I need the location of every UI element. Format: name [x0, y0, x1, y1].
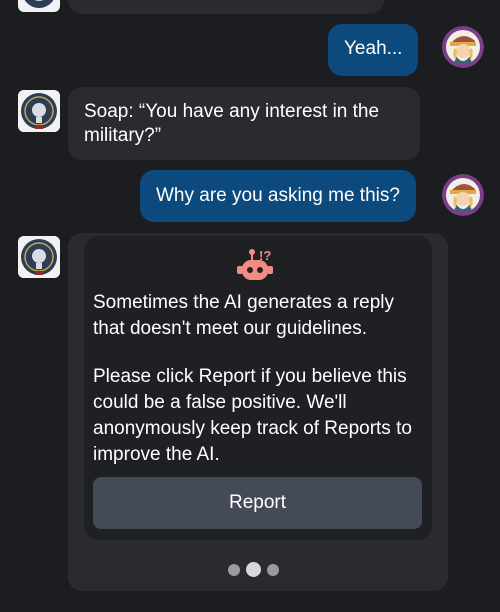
bot-avatar-icon	[18, 236, 60, 278]
previous-message-bubble	[68, 0, 384, 14]
guideline-notice-text: Sometimes the AI generates a reply that …	[93, 292, 394, 339]
message-text: Soap: “You have any interest in the mili…	[84, 101, 380, 146]
bot-avatar[interactable]	[18, 90, 60, 132]
bot-message: Soap: “You have any interest in the mili…	[68, 87, 420, 160]
user-message: Yeah...	[328, 24, 419, 76]
typing-dot	[267, 563, 279, 576]
user-avatar-icon	[442, 26, 484, 68]
bot-avatar[interactable]	[18, 236, 60, 278]
user-avatar[interactable]	[442, 26, 484, 68]
user-message: Why are you asking me this?	[140, 170, 416, 222]
report-instructions-text: Please click Report if you believe this …	[93, 366, 412, 465]
bot-avatar-icon	[18, 90, 60, 132]
robot-warning-icon: !?	[237, 248, 273, 280]
typing-dot	[246, 562, 261, 577]
message-text: Yeah...	[344, 38, 403, 59]
message-text: Why are you asking me this?	[156, 185, 400, 206]
typing-dot	[228, 563, 240, 576]
user-avatar[interactable]	[442, 174, 484, 216]
typing-indicator	[228, 562, 279, 577]
user-avatar-icon	[442, 174, 484, 216]
chat-window: Yeah... Soap: “You have any interest in …	[0, 0, 500, 612]
bot-avatar[interactable]	[18, 0, 60, 12]
report-button[interactable]: Report	[93, 477, 422, 529]
